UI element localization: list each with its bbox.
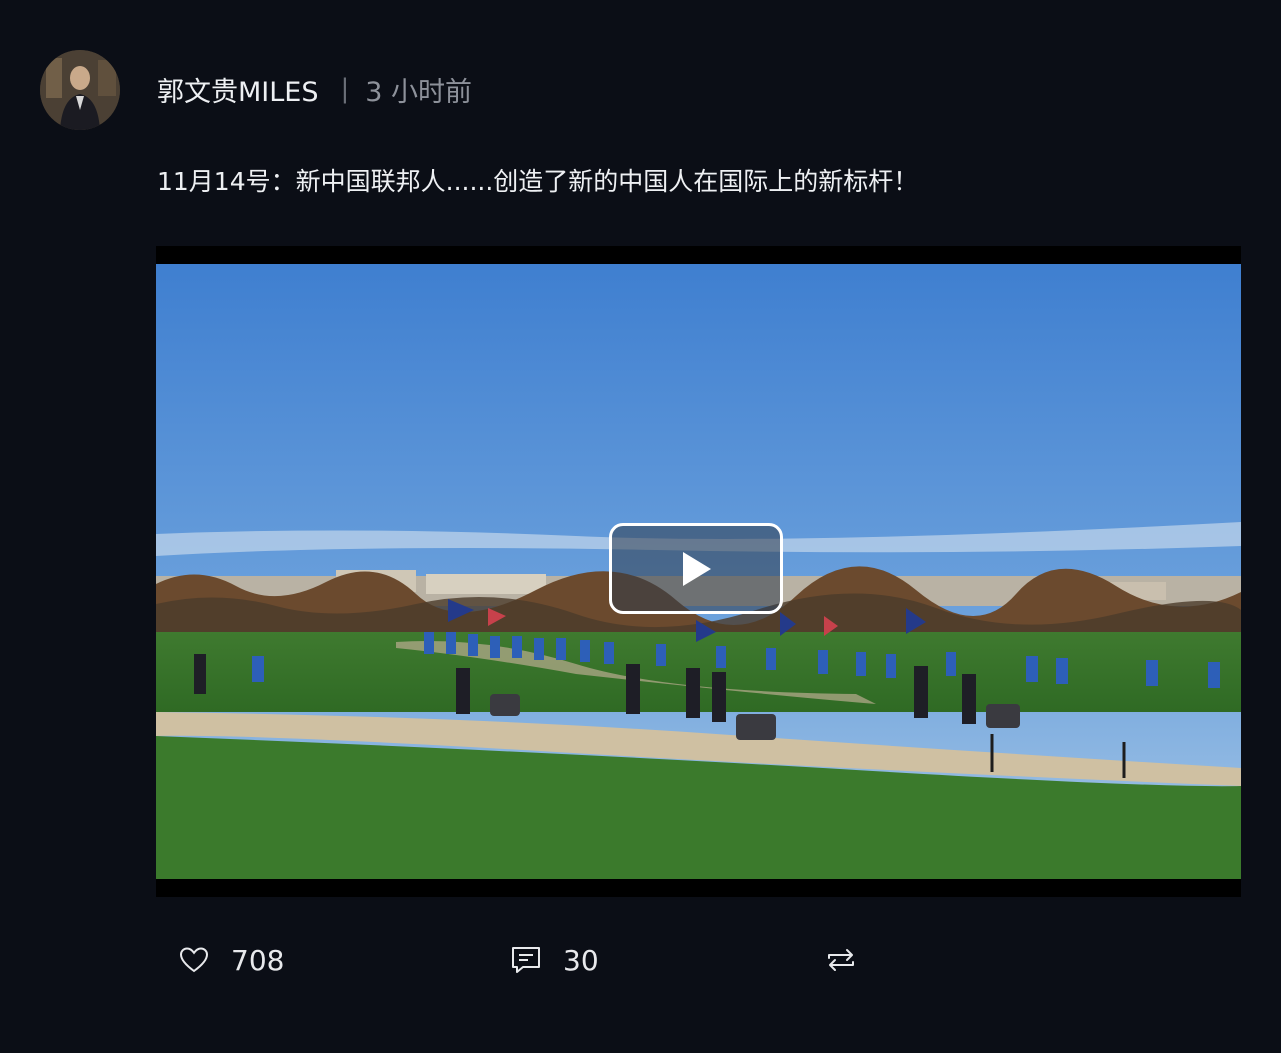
comment-icon xyxy=(512,947,540,973)
comment-button[interactable]: 30 xyxy=(511,938,599,982)
author-name[interactable]: 郭文贵MILES xyxy=(157,70,319,109)
video-player[interactable] xyxy=(156,246,1241,897)
user-avatar-icon xyxy=(40,50,120,130)
repost-icon xyxy=(828,949,854,971)
like-button[interactable]: 708 xyxy=(179,938,284,982)
post-text: 11月14号：新中国联邦人......创造了新的中国人在国际上的新标杆！ xyxy=(157,167,919,196)
post-header: 郭文贵MILES | 3 小时前 xyxy=(157,70,472,108)
like-count: 708 xyxy=(231,943,285,977)
post-time: 3 小时前 xyxy=(365,76,473,108)
repost-button[interactable] xyxy=(826,938,856,982)
action-bar: 708 30 xyxy=(0,938,1281,982)
comment-count: 30 xyxy=(563,943,599,977)
play-button[interactable] xyxy=(609,523,783,614)
header-separator: | xyxy=(340,74,350,104)
play-icon xyxy=(683,551,711,586)
post-card: 郭文贵MILES | 3 小时前 11月14号：新中国联邦人......创造了新… xyxy=(0,0,1281,1053)
author-avatar[interactable] xyxy=(40,50,120,130)
heart-icon xyxy=(179,947,209,973)
